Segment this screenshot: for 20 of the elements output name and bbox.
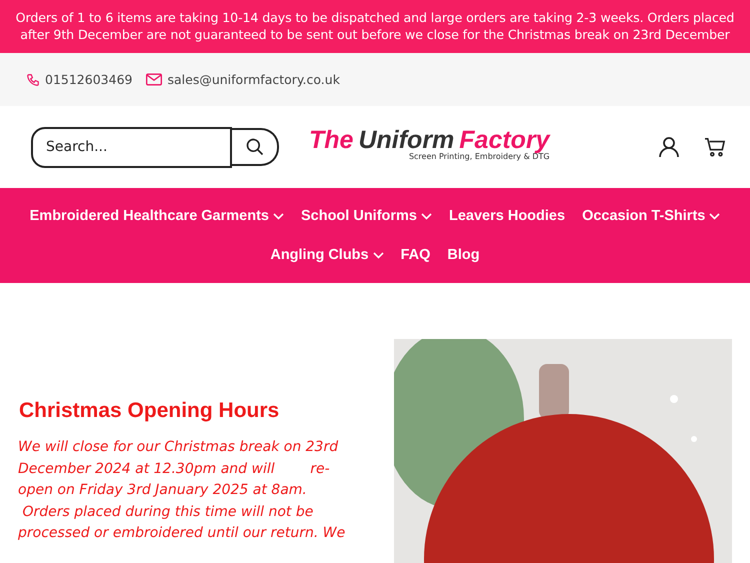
cart-icon[interactable] [704, 137, 726, 157]
nav-link[interactable]: Occasion T-Shirts [582, 205, 720, 227]
search-field[interactable]: Search... [31, 126, 232, 168]
notice-paragraph: We will close for our Christmas break on 23rd December 2024 at 12.30pm and will re- open on Friday 3rd January 2025 at 8am. Orders placed during this time will not be processed or embroidered until our return. We [18, 438, 346, 543]
site-logo[interactable]: The Uniform Factory Screen Printing, Embroidery & DTG [309, 126, 550, 160]
nav-link[interactable]: Angling Clubs [270, 244, 384, 266]
nav-link[interactable]: FAQ [400, 244, 430, 266]
nav-link[interactable]: School Uniforms [300, 205, 432, 227]
search-icon [244, 137, 265, 157]
phone-icon [26, 72, 40, 86]
announcement-text: Orders of 1 to 6 items are taking 10-14 days to be dispatched and large orders are taking 2-3 weeks. Orders placed after 9th December are not guaranteed to be sent out before we close for the Christmas break on 23rd December [0, 0, 750, 53]
account-icon[interactable] [659, 136, 679, 158]
section-heading: Christmas Opening Hours [19, 399, 280, 423]
nav-link[interactable]: Leavers Hoodies [449, 205, 566, 227]
nav-link[interactable]: Embroidered Healthcare Garments [30, 205, 284, 227]
mail-icon [146, 73, 162, 86]
phone-link[interactable]: 01512603469 [26, 72, 132, 87]
nav-link[interactable]: Blog [447, 244, 480, 266]
search-button[interactable] [232, 128, 279, 166]
email-link[interactable]: sales@uniformfactory.co.uk [146, 72, 340, 87]
